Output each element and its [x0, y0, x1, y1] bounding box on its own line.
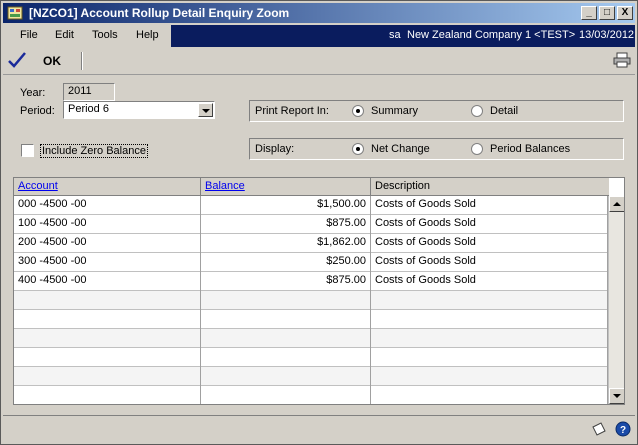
help-icon[interactable]: ? [615, 421, 631, 437]
cell-description [371, 329, 608, 348]
grid-header: Account Balance Description [14, 178, 609, 196]
net-change-radio[interactable] [352, 143, 364, 155]
cell-description [371, 310, 608, 329]
user-info-bar: sa New Zealand Company 1 <TEST> 13/03/20… [171, 25, 635, 47]
summary-radio[interactable] [352, 105, 364, 117]
cell-balance [201, 386, 371, 404]
note-icon[interactable] [591, 421, 607, 437]
cell-balance: $875.00 [201, 215, 371, 234]
cell-account [14, 291, 201, 310]
toolbar-separator [81, 52, 83, 70]
detail-label[interactable]: Detail [490, 105, 518, 117]
table-row[interactable]: 400 -4500 -00 $875.00 Costs of Goods Sold [14, 272, 608, 291]
cell-balance: $875.00 [201, 272, 371, 291]
cell-account [14, 329, 201, 348]
cell-description: Costs of Goods Sold [371, 253, 608, 272]
svg-text:?: ? [620, 425, 626, 436]
window: [NZCO1] Account Rollup Detail Enquiry Zo… [0, 0, 638, 445]
minimize-button[interactable]: _ [581, 6, 597, 20]
account-grid: Account Balance Description 000 -4500 -0… [13, 177, 625, 405]
cell-description: Costs of Goods Sold [371, 234, 608, 253]
cell-description [371, 386, 608, 404]
status-bar: ? [3, 415, 635, 441]
chevron-down-icon[interactable] [198, 103, 213, 117]
table-row[interactable]: 300 -4500 -00 $250.00 Costs of Goods Sold [14, 253, 608, 272]
toolbar: OK [3, 47, 635, 75]
cell-description: Costs of Goods Sold [371, 272, 608, 291]
cell-balance [201, 291, 371, 310]
cell-description: Costs of Goods Sold [371, 196, 608, 215]
cell-balance [201, 329, 371, 348]
period-value: Period 6 [68, 103, 109, 115]
include-zero-checkbox[interactable] [21, 144, 34, 157]
menu-bar: File Edit Tools Help sa New Zealand Comp… [3, 25, 635, 47]
table-row[interactable] [14, 329, 608, 348]
column-header-balance[interactable]: Balance [201, 178, 371, 196]
period-label: Period: [20, 105, 55, 117]
table-row[interactable] [14, 291, 608, 310]
cell-account: 100 -4500 -00 [14, 215, 201, 234]
company-name: New Zealand Company 1 <TEST> [407, 29, 576, 41]
table-row[interactable]: 000 -4500 -00 $1,500.00 Costs of Goods Sol… [14, 196, 608, 215]
cell-balance [201, 348, 371, 367]
cell-balance [201, 367, 371, 386]
cell-account: 300 -4500 -00 [14, 253, 201, 272]
scroll-up-icon[interactable] [609, 196, 624, 212]
detail-radio[interactable] [471, 105, 483, 117]
cell-account: 000 -4500 -00 [14, 196, 201, 215]
close-button[interactable]: X [617, 6, 633, 20]
cell-description [371, 367, 608, 386]
cell-balance: $250.00 [201, 253, 371, 272]
cell-description [371, 348, 608, 367]
scroll-down-icon[interactable] [609, 388, 624, 404]
vertical-scrollbar[interactable] [608, 196, 624, 404]
cell-description [371, 291, 608, 310]
menu-tools[interactable]: Tools [92, 29, 118, 41]
table-row[interactable] [14, 367, 608, 386]
ok-button[interactable]: OK [43, 54, 61, 68]
table-row[interactable] [14, 348, 608, 367]
menu-help[interactable]: Help [136, 29, 159, 41]
menu-file[interactable]: File [20, 29, 38, 41]
cell-balance: $1,500.00 [201, 196, 371, 215]
column-header-account[interactable]: Account [14, 178, 201, 196]
cell-account [14, 348, 201, 367]
cell-account [14, 367, 201, 386]
column-header-description: Description [375, 180, 431, 192]
year-field: 2011 [63, 83, 115, 101]
app-icon [7, 6, 23, 20]
period-balances-label[interactable]: Period Balances [490, 143, 570, 155]
period-balances-radio[interactable] [471, 143, 483, 155]
table-row[interactable]: 100 -4500 -00 $875.00 Costs of Goods Sold [14, 215, 608, 234]
year-label: Year: [20, 87, 46, 99]
user-date: 13/03/2012 [579, 29, 635, 41]
cell-account [14, 386, 201, 404]
ok-check-icon[interactable] [7, 51, 27, 69]
cell-account [14, 310, 201, 329]
printer-icon[interactable] [613, 52, 631, 68]
cell-balance: $1,862.00 [201, 234, 371, 253]
net-change-label[interactable]: Net Change [371, 143, 430, 155]
include-zero-label[interactable]: Include Zero Balance [40, 144, 148, 158]
cell-account: 400 -4500 -00 [14, 272, 201, 291]
table-row[interactable]: 200 -4500 -00 $1,862.00 Costs of Goods Sol… [14, 234, 608, 253]
maximize-button[interactable]: □ [599, 6, 615, 20]
summary-label[interactable]: Summary [371, 105, 418, 117]
menu-edit[interactable]: Edit [55, 29, 74, 41]
table-row[interactable] [14, 386, 608, 404]
period-dropdown[interactable]: Period 6 [63, 101, 215, 119]
table-row[interactable] [14, 310, 608, 329]
display-label: Display: [255, 143, 295, 155]
user-name: sa [389, 29, 401, 41]
title-bar[interactable]: [NZCO1] Account Rollup Detail Enquiry Zo… [3, 3, 635, 23]
cell-balance [201, 310, 371, 329]
cell-account: 200 -4500 -00 [14, 234, 201, 253]
print-report-label: Print Report In: [255, 105, 329, 117]
window-title: [NZCO1] Account Rollup Detail Enquiry Zo… [29, 6, 290, 20]
cell-description: Costs of Goods Sold [371, 215, 608, 234]
